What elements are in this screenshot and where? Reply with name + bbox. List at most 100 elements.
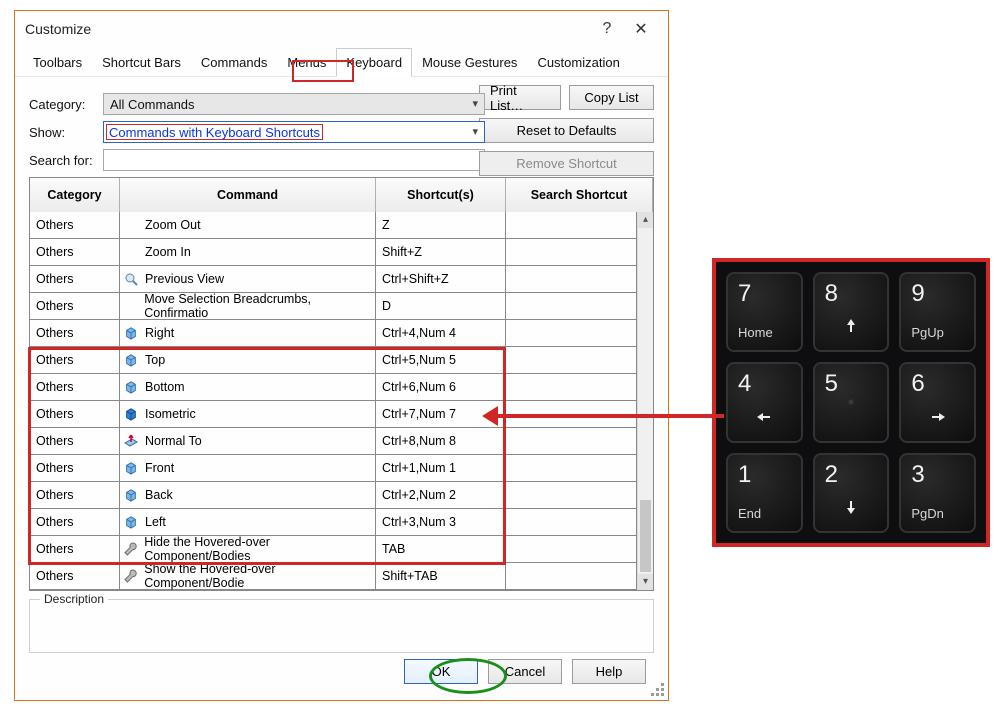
cell-search-shortcut[interactable] xyxy=(506,482,637,508)
titlebar: Customize ? ✕ xyxy=(15,11,668,47)
customize-dialog: Customize ? ✕ ToolbarsShortcut BarsComma… xyxy=(14,10,669,701)
table-row[interactable]: Others Zoom In Shift+Z xyxy=(30,239,637,266)
close-button[interactable]: ✕ xyxy=(624,19,658,39)
tab-commands[interactable]: Commands xyxy=(191,48,277,76)
cell-command: Previous View xyxy=(120,266,376,292)
header-command[interactable]: Command xyxy=(120,178,376,212)
cell-shortcut: Ctrl+4,Num 4 xyxy=(376,320,506,346)
cell-search-shortcut[interactable] xyxy=(506,320,637,346)
cell-search-shortcut[interactable] xyxy=(506,212,637,238)
annotation-arrow-head xyxy=(482,406,498,426)
cell-category: Others xyxy=(30,266,120,292)
cube-icon xyxy=(122,324,140,342)
chevron-down-icon: ▾ xyxy=(472,125,478,138)
wrench-icon xyxy=(122,567,139,585)
key-number: 4 xyxy=(738,370,751,398)
command-text: Previous View xyxy=(145,272,224,286)
cell-command: Right xyxy=(120,320,376,346)
cell-search-shortcut[interactable] xyxy=(506,347,637,373)
cell-category: Others xyxy=(30,293,120,319)
cell-search-shortcut[interactable] xyxy=(506,239,637,265)
command-text: Show the Hovered-over Component/Bodie xyxy=(144,562,369,590)
tab-shortcut-bars[interactable]: Shortcut Bars xyxy=(92,48,191,76)
reset-defaults-button[interactable]: Reset to Defaults xyxy=(479,118,654,143)
cell-category: Others xyxy=(30,239,120,265)
table-row[interactable]: Others Move Selection Breadcrumbs, Confir… xyxy=(30,293,637,320)
key-number: 2 xyxy=(825,461,838,489)
annotation-ok-circle xyxy=(429,658,507,694)
annotation-arrow xyxy=(494,414,724,418)
description-label: Description xyxy=(40,592,108,606)
header-category[interactable]: Category xyxy=(30,178,120,212)
copy-list-button[interactable]: Copy List xyxy=(569,85,654,110)
show-combo[interactable]: Commands with Keyboard Shortcuts ▾ xyxy=(103,121,485,143)
cell-command: Move Selection Breadcrumbs, Confirmatio xyxy=(120,293,376,319)
print-list-button[interactable]: Print List… xyxy=(479,85,561,110)
cell-shortcut: Shift+Z xyxy=(376,239,506,265)
key-sublabel: PgUp xyxy=(911,325,944,340)
cell-shortcut: Ctrl+Shift+Z xyxy=(376,266,506,292)
scroll-thumb[interactable] xyxy=(640,500,651,572)
table-row[interactable]: Others Previous View Ctrl+Shift+Z xyxy=(30,266,637,293)
search-input[interactable] xyxy=(103,149,485,171)
blank-icon xyxy=(122,243,140,261)
help-button-footer[interactable]: Help xyxy=(572,659,646,684)
tab-customization[interactable]: Customization xyxy=(527,48,629,76)
cell-command: Show the Hovered-over Component/Bodie xyxy=(120,563,376,589)
numpad-key-3: 3PgDn xyxy=(899,453,976,533)
cell-category: Others xyxy=(30,563,120,589)
numpad-key-2: 2 xyxy=(813,453,890,533)
key-sublabel: PgDn xyxy=(911,506,944,521)
show-combo-value: Commands with Keyboard Shortcuts xyxy=(109,125,320,140)
window-title: Customize xyxy=(25,21,91,37)
cell-search-shortcut[interactable] xyxy=(506,509,637,535)
cell-shortcut: Z xyxy=(376,212,506,238)
command-text: Move Selection Breadcrumbs, Confirmatio xyxy=(144,292,369,320)
resize-grip[interactable] xyxy=(650,682,664,696)
tab-toolbars[interactable]: Toolbars xyxy=(23,48,92,76)
cell-search-shortcut[interactable] xyxy=(506,266,637,292)
cell-command: Zoom In xyxy=(120,239,376,265)
search-for-label: Search for: xyxy=(29,153,103,168)
magnifier-icon xyxy=(122,270,140,288)
header-search-shortcut[interactable]: Search Shortcut xyxy=(506,178,653,212)
cell-search-shortcut[interactable] xyxy=(506,374,637,400)
tab-mouse-gestures[interactable]: Mouse Gestures xyxy=(412,48,527,76)
cell-category: Others xyxy=(30,212,120,238)
cell-category: Others xyxy=(30,320,120,346)
show-label: Show: xyxy=(29,125,103,140)
grid-scrollbar[interactable]: ▴ ▾ xyxy=(637,212,653,590)
grid-header: Category Command Shortcut(s) Search Shor… xyxy=(30,178,653,212)
key-number: 6 xyxy=(911,370,924,398)
description-box: Description xyxy=(29,599,654,653)
help-button[interactable]: ? xyxy=(590,20,624,38)
numpad-key-7: 7Home xyxy=(726,272,803,352)
key-number: 8 xyxy=(825,280,838,308)
command-text: Zoom In xyxy=(145,245,191,259)
key-sublabel: Home xyxy=(738,325,773,340)
command-text: Right xyxy=(145,326,174,340)
category-combo[interactable]: All Commands ▾ xyxy=(103,93,485,115)
scroll-down-icon[interactable]: ▾ xyxy=(638,574,653,590)
numpad-key-6: 6 xyxy=(899,362,976,442)
command-text: Zoom Out xyxy=(145,218,201,232)
numpad-illustration: 7Home89PgUp4561End23PgDn xyxy=(712,258,990,547)
key-number: 1 xyxy=(738,461,751,489)
key-number: 5 xyxy=(825,370,838,398)
cell-search-shortcut[interactable] xyxy=(506,455,637,481)
table-row[interactable]: Others Zoom Out Z xyxy=(30,212,637,239)
cell-shortcut: D xyxy=(376,293,506,319)
table-row[interactable]: Others Show the Hovered-over Component/Bo… xyxy=(30,563,637,590)
table-row[interactable]: Others Right Ctrl+4,Num 4 xyxy=(30,320,637,347)
cell-search-shortcut[interactable] xyxy=(506,536,637,562)
key-number: 9 xyxy=(911,280,924,308)
command-text: Show all the hidden Components/Bodies xyxy=(145,589,369,590)
remove-shortcut-button[interactable]: Remove Shortcut xyxy=(479,151,654,176)
header-shortcuts[interactable]: Shortcut(s) xyxy=(376,178,506,212)
cell-search-shortcut[interactable] xyxy=(506,563,637,589)
cell-shortcut: Shift+TAB xyxy=(376,563,506,589)
cell-search-shortcut[interactable] xyxy=(506,293,637,319)
cell-search-shortcut[interactable] xyxy=(506,428,637,454)
scroll-up-icon[interactable]: ▴ xyxy=(638,212,653,228)
numpad-key-5: 5 xyxy=(813,362,890,442)
